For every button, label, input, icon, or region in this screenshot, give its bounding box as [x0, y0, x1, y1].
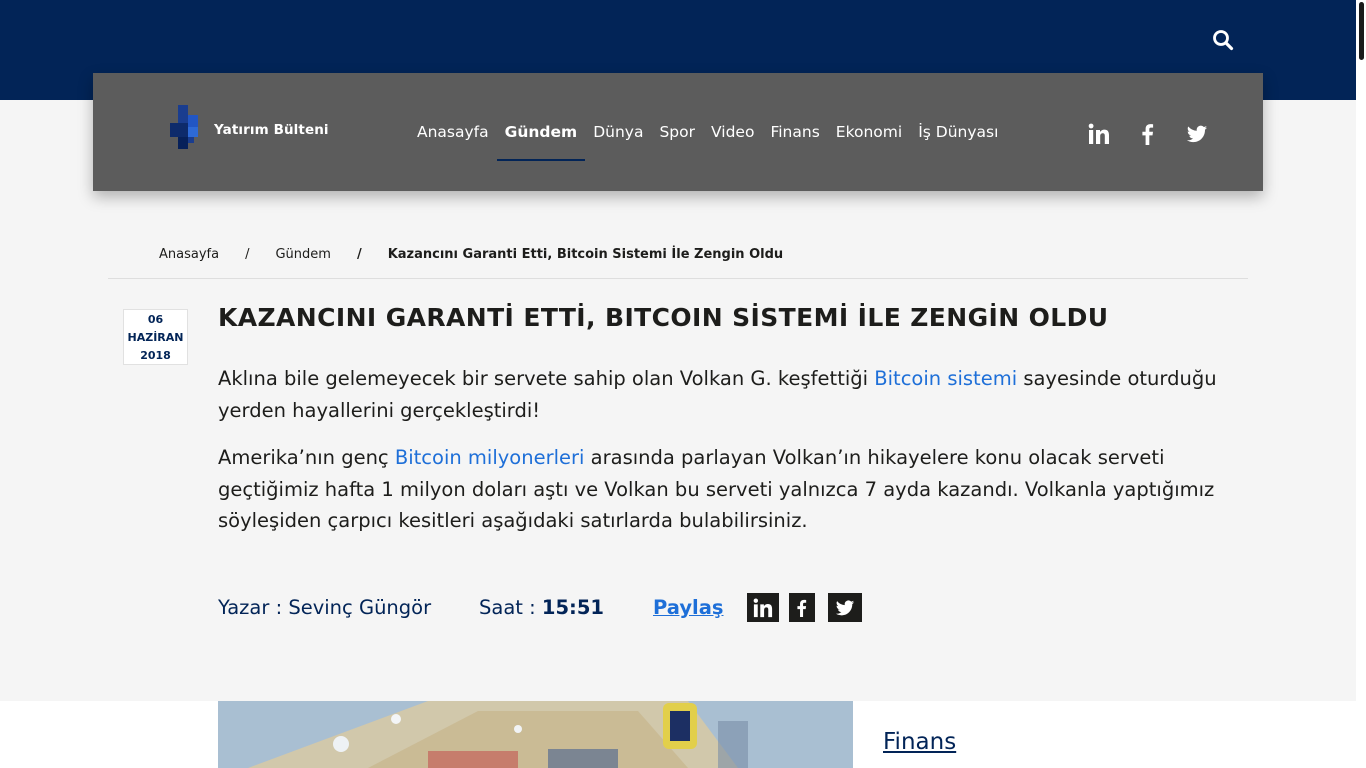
- article-time: Saat : 15:51: [479, 592, 604, 624]
- article-author: Yazar : Sevinç Güngör: [218, 596, 432, 619]
- facebook-icon[interactable]: [1137, 123, 1159, 145]
- article-title: KAZANCINI GARANTİ ETTİ, BITCOIN SİSTEMİ …: [218, 303, 1109, 332]
- menu-item-gundem[interactable]: Gündem: [496, 73, 585, 191]
- article-paragraph: Amerika’nın genç Bitcoin milyonerleri ar…: [218, 442, 1238, 537]
- article-image: [218, 701, 853, 768]
- share-linkedin-icon[interactable]: [747, 593, 779, 622]
- paragraph-text: Aklına bile gelemeyecek bir servete sahi…: [218, 367, 875, 390]
- date-year: 2018: [140, 349, 171, 362]
- bitcoin-system-link[interactable]: Bitcoin sistemi: [874, 367, 1017, 390]
- breadcrumb-separator: /: [245, 247, 250, 262]
- header-social-links: [1088, 123, 1235, 145]
- bitcoin-millionaires-link[interactable]: Bitcoin milyonerleri: [395, 446, 585, 469]
- scrollbar[interactable]: [1356, 0, 1366, 768]
- breadcrumb-divider: [108, 278, 1248, 279]
- article-body: Aklına bile gelemeyecek bir servete sahi…: [218, 363, 1238, 553]
- menu-item-ekonomi[interactable]: Ekonomi: [836, 73, 902, 191]
- article-paragraph: Aklına bile gelemeyecek bir servete sahi…: [218, 363, 1238, 426]
- menu-item-dunya[interactable]: Dünya: [593, 73, 643, 191]
- article-date-badge: 06 HAZİRAN 2018: [123, 309, 188, 365]
- scrollbar-thumb[interactable]: [1359, 2, 1364, 60]
- menu-item-anasayfa[interactable]: Anasayfa: [417, 73, 489, 191]
- breadcrumb-section[interactable]: Gündem: [275, 247, 330, 262]
- site-logo[interactable]: Yatırım Bülteni: [170, 105, 329, 155]
- search-icon[interactable]: [1212, 29, 1234, 51]
- share-twitter-icon[interactable]: [828, 593, 862, 622]
- main-menu: Anasayfa Gündem Dünya Spor Video Finans …: [409, 73, 1006, 191]
- time-value: 15:51: [541, 596, 604, 619]
- date-month: HAZİRAN: [127, 331, 184, 344]
- share-facebook-icon[interactable]: [789, 593, 815, 622]
- menu-item-finans[interactable]: Finans: [770, 73, 819, 191]
- time-label: Saat :: [479, 596, 542, 619]
- twitter-icon[interactable]: [1186, 123, 1208, 145]
- sidebar-category-finans[interactable]: Finans: [883, 729, 956, 755]
- menu-item-is-dunyasi[interactable]: İş Dünyası: [918, 73, 998, 191]
- menu-item-spor[interactable]: Spor: [659, 73, 695, 191]
- logo-text: Yatırım Bülteni: [214, 122, 329, 138]
- breadcrumb-current: Kazancını Garanti Etti, Bitcoin Sistemi …: [387, 247, 784, 262]
- date-day: 06: [147, 313, 164, 326]
- menu-item-video[interactable]: Video: [711, 73, 754, 191]
- paragraph-text: Amerika’nın genç: [218, 446, 395, 469]
- breadcrumb: Anasayfa / Gündem / Kazancını Garanti Et…: [159, 247, 783, 262]
- linkedin-icon[interactable]: [1088, 123, 1110, 145]
- main-navbar: Yatırım Bülteni Anasayfa Gündem Dünya Sp…: [93, 73, 1263, 191]
- breadcrumb-home[interactable]: Anasayfa: [159, 247, 219, 262]
- breadcrumb-separator: /: [356, 247, 362, 262]
- share-icons: [747, 593, 872, 622]
- logo-mark-icon: [170, 105, 198, 149]
- share-link[interactable]: Paylaş: [653, 592, 724, 624]
